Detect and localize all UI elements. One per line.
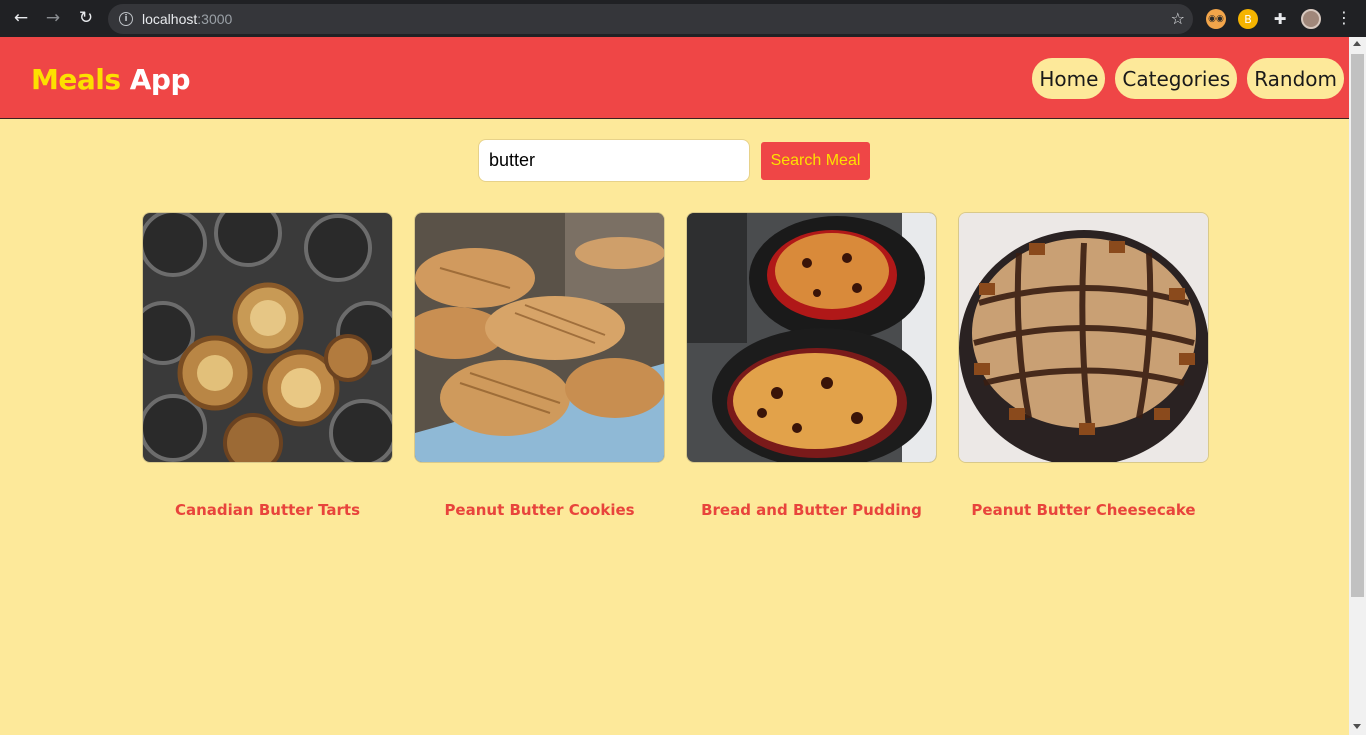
scroll-up-arrow-icon[interactable] (1353, 41, 1361, 46)
meal-title[interactable]: Peanut Butter Cheesecake (958, 501, 1209, 519)
forward-arrow-icon[interactable]: → (41, 6, 65, 30)
search-meal-button[interactable]: Search Meal (761, 142, 870, 180)
url-host: localhost (142, 11, 198, 27)
logo-meals-text: Meals (31, 63, 121, 96)
scroll-down-arrow-icon[interactable] (1353, 724, 1361, 729)
meal-image[interactable] (142, 212, 393, 463)
meal-card[interactable]: Canadian Butter Tarts (142, 212, 393, 519)
scroll-thumb[interactable] (1351, 54, 1364, 597)
app-header: Meals App Home Categories Random (0, 37, 1349, 119)
extension-owl-icon[interactable]: ◉◉ (1206, 9, 1226, 29)
nav-home-link[interactable]: Home (1032, 58, 1106, 99)
info-icon[interactable]: i (119, 12, 133, 26)
address-bar[interactable]: i localhost:3000 ☆ (108, 4, 1193, 34)
meal-card[interactable]: Bread and Butter Pudding (686, 212, 937, 519)
meal-image[interactable] (414, 212, 665, 463)
meal-title[interactable]: Peanut Butter Cookies (414, 501, 665, 519)
app-logo[interactable]: Meals App (31, 63, 191, 96)
nav-categories-link[interactable]: Categories (1115, 58, 1238, 99)
meal-card[interactable]: Peanut Butter Cookies (414, 212, 665, 519)
logo-app-text: App (129, 63, 191, 96)
meal-title[interactable]: Bread and Butter Pudding (686, 501, 937, 519)
extension-b-icon[interactable]: B (1238, 9, 1258, 29)
extensions-puzzle-icon[interactable]: ✚ (1270, 9, 1290, 29)
back-arrow-icon[interactable]: ← (9, 6, 33, 30)
search-input[interactable] (478, 139, 750, 182)
nav-random-link[interactable]: Random (1247, 58, 1344, 99)
profile-avatar[interactable] (1301, 9, 1321, 29)
meal-image[interactable] (958, 212, 1209, 463)
meal-card[interactable]: Peanut Butter Cheesecake (958, 212, 1209, 519)
url-text[interactable]: localhost:3000 (142, 11, 232, 27)
bookmark-star-icon[interactable]: ☆ (1171, 9, 1185, 28)
kebab-menu-icon[interactable]: ⋮ (1336, 8, 1352, 27)
meal-image[interactable] (686, 212, 937, 463)
browser-toolbar: ← → ↻ i localhost:3000 ☆ ◉◉ B ✚ ⋮ (0, 0, 1366, 37)
reload-icon[interactable]: ↻ (74, 6, 98, 30)
main-nav: Home Categories Random (1032, 58, 1344, 99)
url-port: :3000 (197, 11, 233, 27)
meal-title[interactable]: Canadian Butter Tarts (142, 501, 393, 519)
page-scrollbar[interactable] (1349, 37, 1366, 735)
